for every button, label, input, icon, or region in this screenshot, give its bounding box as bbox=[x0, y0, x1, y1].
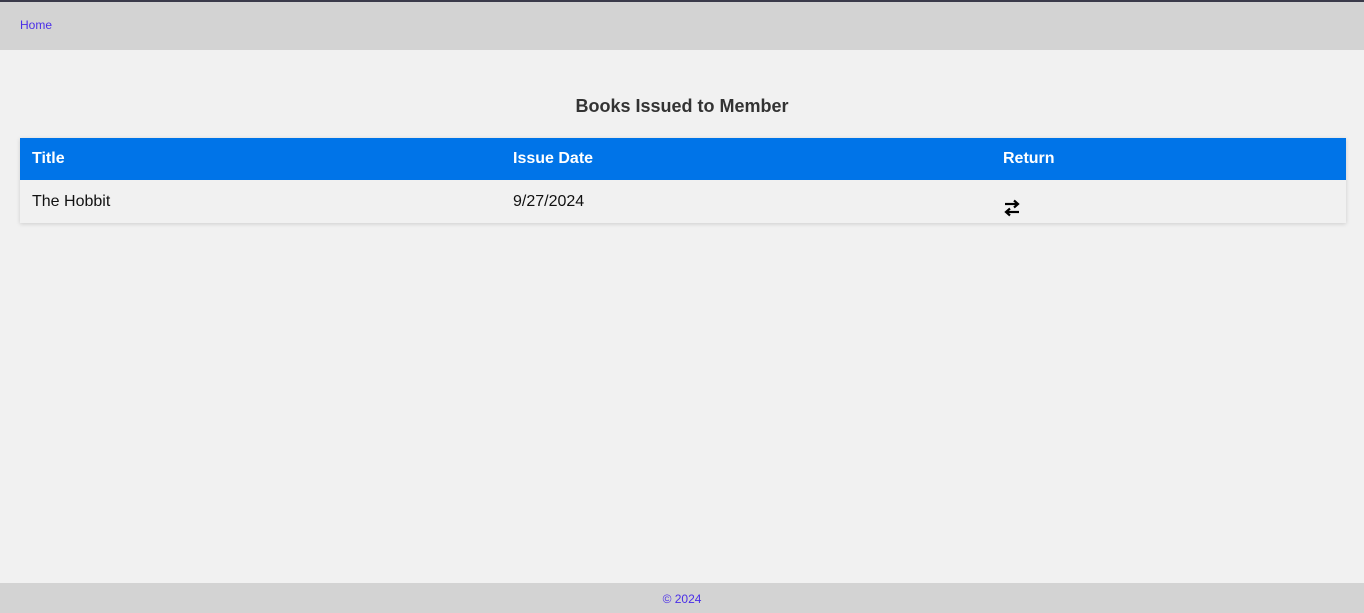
table-row: The Hobbit 9/27/2024 bbox=[20, 180, 1346, 223]
swap-arrows-icon[interactable] bbox=[1003, 191, 1021, 217]
issued-books-table: Title Issue Date Return The Hobbit 9/27/… bbox=[20, 138, 1346, 223]
footer: © 2024 bbox=[0, 583, 1364, 613]
column-header-issue-date: Issue Date bbox=[513, 150, 594, 167]
issue-date-cell: 9/27/2024 bbox=[513, 193, 585, 210]
swap-arrows-icon-svg bbox=[1004, 199, 1020, 217]
page-title: Books Issued to Member bbox=[575, 96, 789, 116]
column-header-title: Title bbox=[32, 150, 65, 167]
table-header-row: Title Issue Date Return bbox=[20, 138, 1346, 180]
book-title-cell: The Hobbit bbox=[32, 193, 111, 210]
column-header-return: Return bbox=[1003, 150, 1055, 167]
top-nav-bar: Home bbox=[0, 0, 1364, 50]
return-cell bbox=[991, 180, 1346, 223]
home-link[interactable]: Home bbox=[20, 18, 52, 32]
